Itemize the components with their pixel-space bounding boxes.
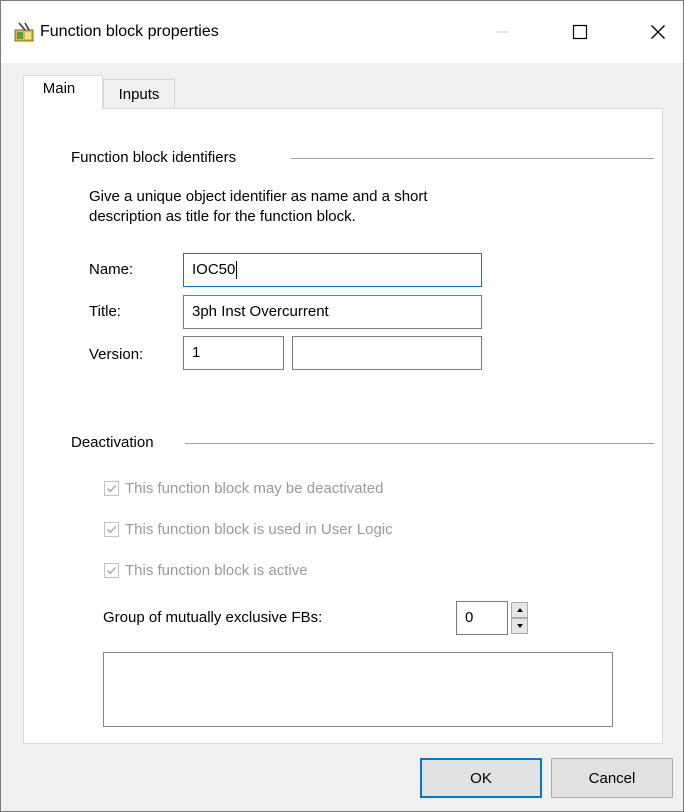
exclusive-fbs-list[interactable]	[103, 652, 613, 727]
version-input-value: 1	[192, 344, 201, 361]
tab-strip: Main Inputs	[23, 75, 663, 109]
cancel-button[interactable]: Cancel	[551, 758, 673, 798]
window-title: Function block properties	[40, 23, 219, 40]
exclusive-group-spinbox[interactable]: 0	[456, 601, 508, 635]
used-in-user-logic-checkbox[interactable]	[104, 522, 119, 537]
tab-inputs-label: Inputs	[118, 86, 160, 103]
ok-button[interactable]: OK	[420, 758, 542, 798]
dialog-window: Function block properties Main Inputs Fu…	[0, 0, 684, 812]
arrow-down-icon	[516, 624, 523, 628]
description-line-1: Give a unique object identifier as name …	[89, 188, 428, 205]
tab-main-label: Main	[42, 80, 76, 97]
identifiers-group-label: Function block identifiers	[71, 149, 243, 166]
checkmark-icon	[107, 567, 117, 575]
may-be-deactivated-checkbox[interactable]	[104, 481, 119, 496]
spin-up-button[interactable]	[511, 602, 528, 618]
is-active-checkbox-row[interactable]: This function block is active	[104, 562, 308, 579]
is-active-checkbox[interactable]	[104, 563, 119, 578]
minimize-button[interactable]	[479, 9, 525, 55]
name-input-value: IOC50	[192, 261, 236, 278]
deactivation-group-label: Deactivation	[71, 434, 160, 451]
version-input[interactable]: 1	[183, 336, 284, 370]
close-button[interactable]	[635, 9, 681, 55]
may-be-deactivated-label: This function block may be deactivated	[125, 480, 384, 497]
exclusive-group-label: Group of mutually exclusive FBs:	[103, 609, 323, 626]
title-input[interactable]: 3ph Inst Overcurrent	[183, 295, 482, 329]
checkmark-icon	[107, 485, 117, 493]
title-label: Title:	[89, 303, 121, 320]
tab-main[interactable]: Main	[23, 75, 103, 109]
arrow-up-icon	[516, 608, 523, 612]
used-in-user-logic-label: This function block is used in User Logi…	[125, 521, 393, 538]
function-block-app-icon	[14, 22, 34, 42]
maximize-icon	[572, 24, 588, 40]
cancel-button-label: Cancel	[588, 769, 636, 787]
deactivation-group-divider	[185, 443, 654, 444]
spin-down-button[interactable]	[511, 618, 528, 634]
version-label: Version:	[89, 346, 144, 363]
is-active-label: This function block is active	[125, 562, 308, 579]
description-line-2: description as title for the function bl…	[89, 208, 356, 225]
identifiers-group-divider	[291, 158, 654, 159]
checkmark-icon	[107, 526, 117, 534]
name-input[interactable]: IOC50	[183, 253, 482, 287]
may-be-deactivated-checkbox-row[interactable]: This function block may be deactivated	[104, 480, 383, 497]
exclusive-group-value: 0	[465, 609, 474, 626]
name-label: Name:	[89, 261, 134, 278]
maximize-button[interactable]	[557, 9, 603, 55]
tab-inputs[interactable]: Inputs	[103, 79, 175, 109]
ok-button-label: OK	[470, 769, 492, 787]
title-input-value: 3ph Inst Overcurrent	[192, 303, 329, 320]
title-bar[interactable]: Function block properties	[1, 1, 683, 63]
close-icon	[651, 25, 665, 39]
version-extra-input[interactable]	[292, 336, 482, 370]
used-in-user-logic-checkbox-row[interactable]: This function block is used in User Logi…	[104, 521, 393, 538]
text-caret	[236, 261, 238, 280]
identifiers-description: Give a unique object identifier as name …	[89, 187, 559, 227]
minimize-icon	[496, 31, 508, 33]
